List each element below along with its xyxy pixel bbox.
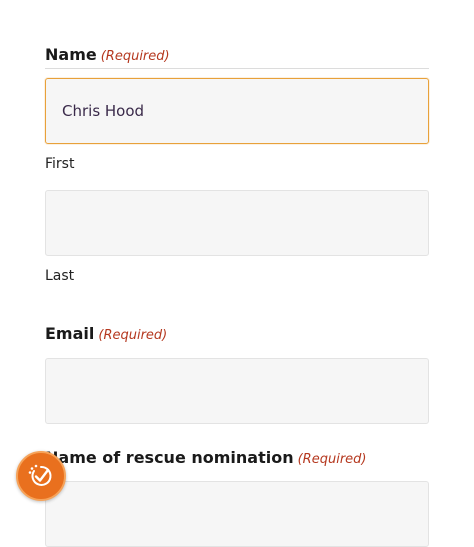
name-legend-text: Name <box>45 45 97 64</box>
name-required-indicator: (Required) <box>100 49 170 64</box>
last-name-input[interactable] <box>45 190 429 256</box>
first-name-sublabel: First <box>45 156 75 172</box>
name-legend-divider <box>45 68 429 69</box>
email-required-indicator: (Required) <box>98 328 168 343</box>
name-legend: Name (Required) <box>45 45 170 64</box>
last-name-sublabel: Last <box>45 268 75 284</box>
accessibility-check-icon <box>28 464 52 486</box>
first-name-input[interactable] <box>45 78 429 144</box>
email-input[interactable] <box>45 358 429 424</box>
rescue-nomination-legend-text: Name of rescue nomination <box>45 448 294 467</box>
accessibility-widget-button[interactable] <box>16 451 66 501</box>
rescue-nomination-input[interactable] <box>45 481 429 547</box>
email-legend-text: Email <box>45 324 95 343</box>
rescue-nomination-required-indicator: (Required) <box>297 452 367 467</box>
rescue-nomination-legend: Name of rescue nomination (Required) <box>45 448 366 467</box>
email-legend: Email (Required) <box>45 324 167 343</box>
